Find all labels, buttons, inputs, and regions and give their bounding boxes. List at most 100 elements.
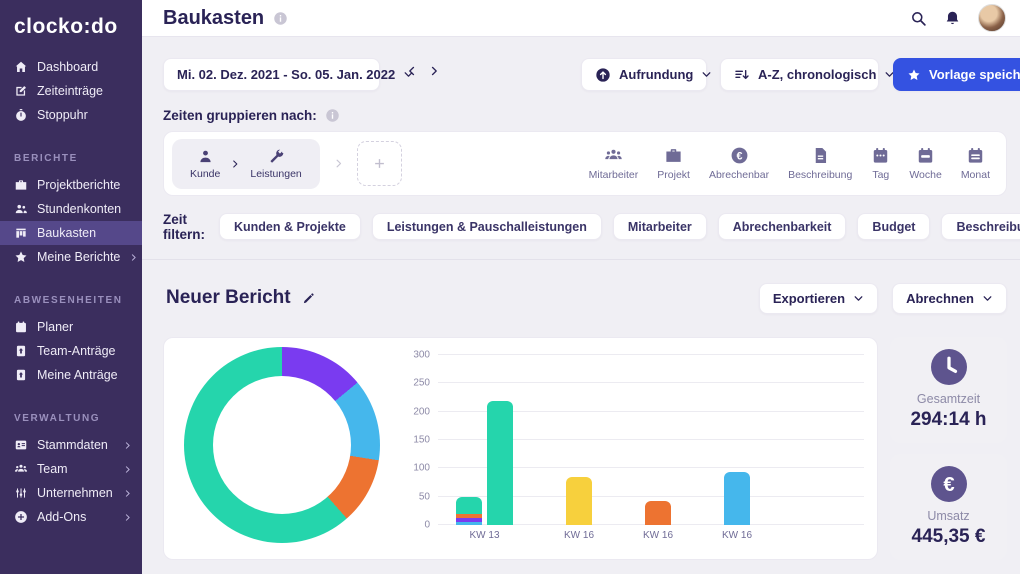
toolbar: Mi. 02. Dez. 2021 - So. 05. Jan. 2022 Au… <box>163 58 1007 91</box>
chevron-down-icon <box>701 69 712 80</box>
svg-text:€: € <box>943 474 954 496</box>
sidebar-item-label: Planer <box>37 320 73 334</box>
calendar-week-icon <box>916 146 935 165</box>
sidebar-section-title: ABWESENHEITEN <box>0 295 142 306</box>
people-icon <box>14 202 28 216</box>
sidebar-item-projektberichte[interactable]: Projektberichte <box>0 173 142 197</box>
sidebar-item-label: Team-Anträge <box>37 344 116 358</box>
sidebar-item-meine-berichte[interactable]: Meine Berichte <box>0 245 142 269</box>
chevron-right-icon <box>123 513 132 522</box>
bar[interactable] <box>724 472 750 525</box>
doc-arrow-icon <box>14 344 28 358</box>
document-icon <box>811 146 830 165</box>
chart-panel: 050100150200250300 KW 13KW 16KW 16KW 16 <box>163 337 878 560</box>
next-period-button[interactable] <box>428 65 446 83</box>
info-icon[interactable] <box>325 108 340 123</box>
calendar-day-icon <box>871 146 890 165</box>
chevron-left-icon[interactable] <box>406 65 418 77</box>
group-option-projekt[interactable]: Projekt <box>657 146 690 181</box>
total-time-value: 294:14 h <box>910 409 986 431</box>
group-option-abrechenbar[interactable]: € Abrechenbar <box>709 146 769 181</box>
bell-icon[interactable] <box>944 10 961 27</box>
chevron-right-icon <box>123 489 132 498</box>
chevron-right-icon[interactable] <box>428 65 440 77</box>
euro-circle-icon: € <box>730 146 749 165</box>
sidebar-item-stundenkonten[interactable]: Stundenkonten <box>0 197 142 221</box>
search-icon[interactable] <box>910 10 927 27</box>
sidebar-item-add-ons[interactable]: Add-Ons <box>0 505 142 529</box>
rounding-dropdown[interactable]: Aufrundung <box>581 58 707 91</box>
sidebar-item-team-anträge[interactable]: Team-Anträge <box>0 339 142 363</box>
pencil-icon[interactable] <box>301 291 316 306</box>
filter-button-mitarbeiter[interactable]: Mitarbeiter <box>613 213 707 240</box>
rounding-label: Aufrundung <box>619 67 693 82</box>
sidebar-item-label: Stammdaten <box>37 438 108 452</box>
report-header: Neuer Bericht Exportieren Abrechnen <box>166 282 1007 314</box>
bar-group-kw-16 <box>724 472 750 525</box>
sidebar-item-stoppuhr[interactable]: Stoppuhr <box>0 103 142 127</box>
bar[interactable] <box>487 401 513 525</box>
sidebar-item-zeiteinträge[interactable]: Zeiteinträge <box>0 79 142 103</box>
save-template-label: Vorlage speichern <box>929 67 1020 82</box>
filter-button-beschreibungen[interactable]: Beschreibungen <box>941 213 1020 240</box>
group-option-tag[interactable]: Tag <box>871 146 890 181</box>
filter-button-kunden-projekte[interactable]: Kunden & Projekte <box>219 213 361 240</box>
active-group-leistungen[interactable]: Leistungen <box>250 148 301 180</box>
chevron-down-icon <box>853 293 864 304</box>
export-label: Exportieren <box>773 291 845 306</box>
bar[interactable] <box>566 477 592 525</box>
calendar-icon <box>14 320 28 334</box>
group-option-label: Abrechenbar <box>709 169 769 181</box>
bell-icon[interactable] <box>944 10 961 27</box>
donut-chart[interactable] <box>184 347 380 543</box>
search-icon[interactable] <box>910 10 927 27</box>
team-icon <box>604 146 623 165</box>
prev-period-button[interactable] <box>406 65 424 83</box>
bar[interactable] <box>645 501 671 525</box>
sidebar-item-team[interactable]: Team <box>0 457 142 481</box>
grouping-info-icon[interactable] <box>325 108 340 123</box>
chevron-right-icon <box>123 441 132 450</box>
bar[interactable] <box>456 497 482 525</box>
bar-segment <box>456 522 482 525</box>
filter-button-budget[interactable]: Budget <box>857 213 930 240</box>
sidebar-item-label: Baukasten <box>37 226 96 240</box>
filter-row: Zeit filtern: Kunden & ProjekteLeistunge… <box>163 213 1007 240</box>
sort-icon <box>734 67 750 83</box>
bar-group-kw-16 <box>645 501 671 525</box>
sidebar-item-unternehmen[interactable]: Unternehmen <box>0 481 142 505</box>
sidebar-item-dashboard[interactable]: Dashboard <box>0 55 142 79</box>
active-group-kunde[interactable]: Kunde <box>190 148 220 180</box>
save-template-button[interactable]: Vorlage speichern <box>893 58 1020 91</box>
sidebar-item-planer[interactable]: Planer <box>0 315 142 339</box>
filter-button-leistungen-pauschalleistungen[interactable]: Leistungen & Pauschalleistungen <box>372 213 602 240</box>
filter-button-abrechenbarkeit[interactable]: Abrechenbarkeit <box>718 213 847 240</box>
add-group-button[interactable] <box>357 141 402 186</box>
avatar[interactable] <box>978 4 1006 32</box>
sidebar-item-meine-anträge[interactable]: Meine Anträge <box>0 363 142 387</box>
sidebar-section-title: VERWALTUNG <box>0 413 142 424</box>
group-option-beschreibung[interactable]: Beschreibung <box>788 146 852 181</box>
group-option-woche[interactable]: Woche <box>909 146 942 181</box>
page-info-icon[interactable] <box>273 11 288 26</box>
date-range-dropdown[interactable]: Mi. 02. Dez. 2021 - So. 05. Jan. 2022 <box>163 58 380 91</box>
invoice-dropdown[interactable]: Abrechnen <box>892 283 1007 314</box>
export-dropdown[interactable]: Exportieren <box>759 283 878 314</box>
edit-title-icon[interactable] <box>301 291 316 306</box>
active-group-label: Kunde <box>190 168 220 180</box>
total-time-label: Gesamtzeit <box>917 392 980 406</box>
plus-icon[interactable] <box>372 156 387 171</box>
group-option-monat[interactable]: Monat <box>961 146 990 181</box>
chevron-right-icon <box>333 158 344 169</box>
sidebar-item-stammdaten[interactable]: Stammdaten <box>0 433 142 457</box>
page-title: Baukasten <box>163 7 264 30</box>
sidebar-item-baukasten[interactable]: Baukasten <box>0 221 142 245</box>
bar-chart[interactable] <box>438 355 864 525</box>
group-option-mitarbeiter[interactable]: Mitarbeiter <box>589 146 639 181</box>
sort-dropdown[interactable]: A-Z, chronologisch <box>720 58 879 91</box>
doc-arrow-icon <box>14 368 28 382</box>
info-icon[interactable] <box>273 11 288 26</box>
chevron-right-icon <box>123 465 132 474</box>
group-option-label: Monat <box>961 169 990 181</box>
chevron-right-icon <box>230 159 240 169</box>
